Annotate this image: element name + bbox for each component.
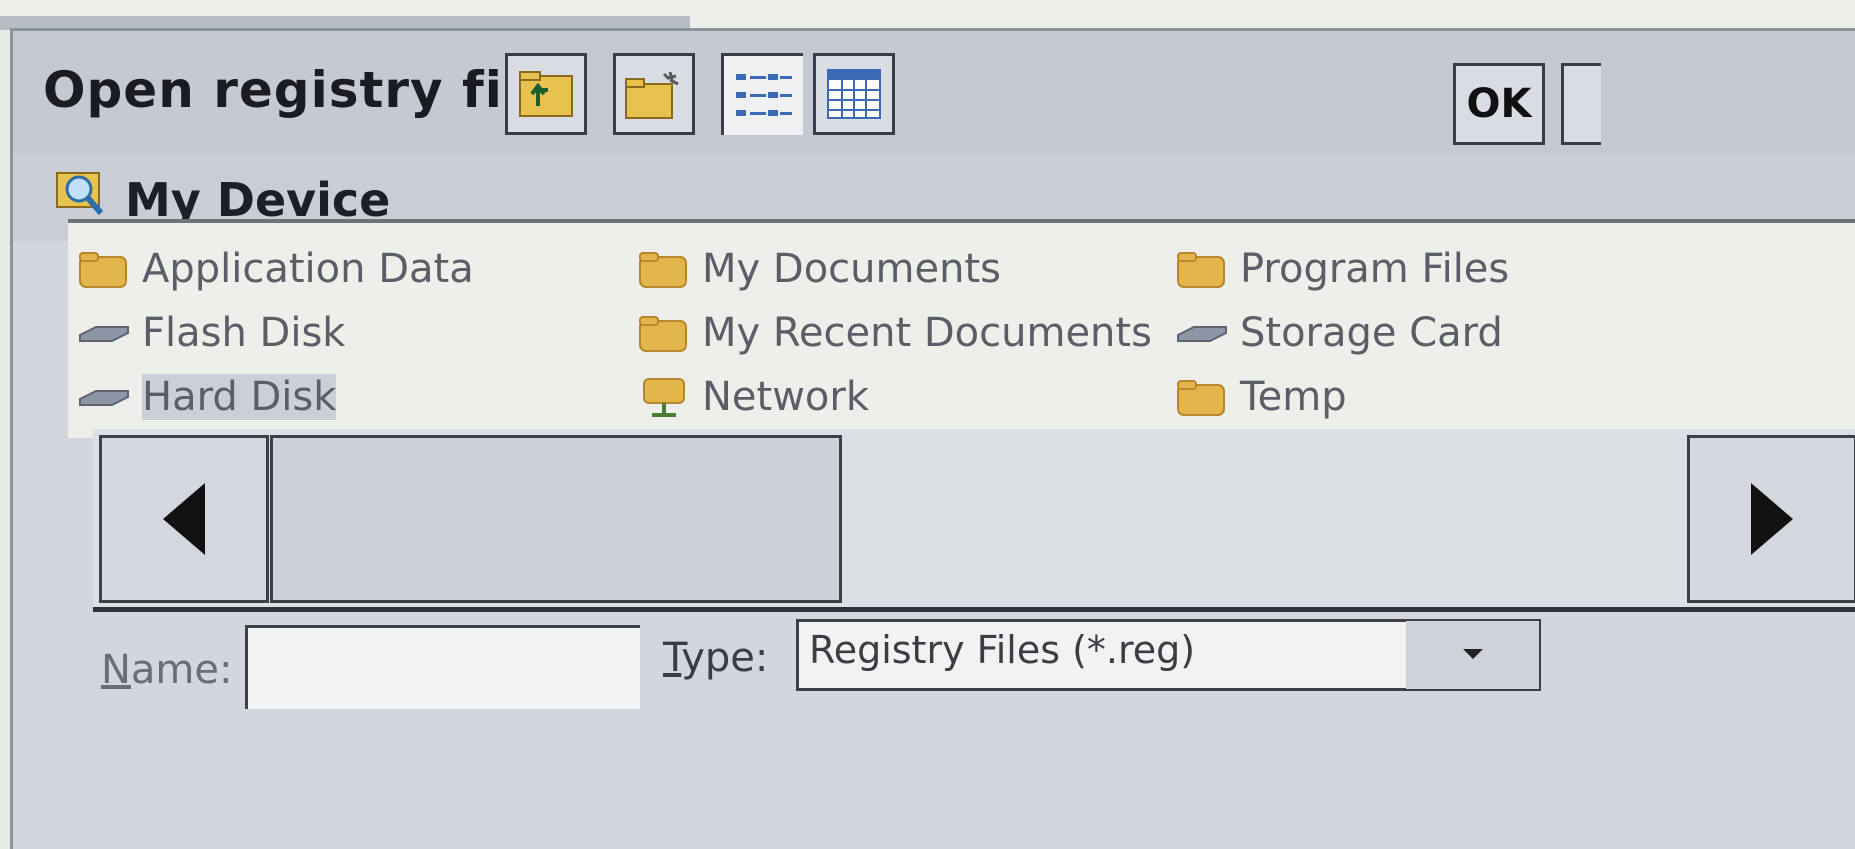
file-column-1: Application Data Flash Disk Hard Disk <box>78 237 474 429</box>
item-label: My Recent Documents <box>702 310 1152 356</box>
list-item-selected[interactable]: Hard Disk <box>78 365 474 429</box>
item-label: Application Data <box>142 246 474 292</box>
folder-icon <box>638 311 702 355</box>
new-folder-icon <box>625 71 679 119</box>
folder-icon <box>638 247 702 291</box>
name-input[interactable] <box>245 625 640 709</box>
file-list[interactable]: Application Data Flash Disk Hard Disk My… <box>68 219 1855 438</box>
scrollbar-thumb[interactable] <box>270 435 842 603</box>
background-strip <box>0 0 1855 30</box>
dialog-title: Open registry file <box>43 61 556 119</box>
open-file-dialog: Open registry file OK My Device Applicat… <box>10 28 1855 849</box>
drive-icon <box>78 375 142 419</box>
type-label: Type: <box>663 635 769 681</box>
item-label: Temp <box>1240 374 1347 420</box>
list-item[interactable]: Flash Disk <box>78 301 474 365</box>
scroll-left-button[interactable] <box>99 435 269 603</box>
list-item[interactable]: My Recent Documents <box>638 301 1152 365</box>
folder-icon <box>78 247 142 291</box>
chevron-down-icon <box>1462 649 1483 659</box>
list-item[interactable]: Storage Card <box>1176 301 1509 365</box>
list-item[interactable]: Application Data <box>78 237 474 301</box>
type-dropdown-button[interactable] <box>1406 621 1539 689</box>
name-label: Name: <box>101 647 233 693</box>
list-view-icon <box>735 73 792 116</box>
list-item[interactable]: Program Files <box>1176 237 1509 301</box>
item-label: My Documents <box>702 246 1001 292</box>
search-folder-icon <box>53 163 113 223</box>
folder-icon <box>1176 247 1240 291</box>
dialog-toolbar: Open registry file OK <box>13 31 1855 153</box>
file-column-3: Program Files Storage Card Temp <box>1176 237 1509 429</box>
item-label: Network <box>702 374 870 420</box>
type-select-value: Registry Files (*.reg) <box>809 628 1196 672</box>
folder-icon <box>1176 375 1240 419</box>
details-view-button[interactable] <box>813 53 895 135</box>
file-column-2: My Documents My Recent Documents Network <box>638 237 1152 429</box>
list-item[interactable]: Temp <box>1176 365 1509 429</box>
drive-icon <box>78 311 142 355</box>
ok-button[interactable]: OK <box>1453 63 1545 145</box>
details-view-icon <box>827 69 881 119</box>
item-label: Flash Disk <box>142 310 346 356</box>
item-label: Program Files <box>1240 246 1510 292</box>
up-folder-icon <box>519 71 573 117</box>
item-label: Hard Disk <box>142 374 337 420</box>
list-item[interactable]: Network <box>638 365 1152 429</box>
list-item[interactable]: My Documents <box>638 237 1152 301</box>
scroll-right-button[interactable] <box>1687 435 1855 603</box>
horizontal-scrollbar[interactable] <box>93 429 1855 612</box>
left-arrow-icon <box>163 483 205 555</box>
new-folder-button[interactable] <box>613 53 695 135</box>
cancel-button[interactable] <box>1561 63 1601 145</box>
network-icon <box>638 375 702 419</box>
right-arrow-icon <box>1751 483 1793 555</box>
drive-icon <box>1176 311 1240 355</box>
up-folder-button[interactable] <box>505 53 587 135</box>
list-view-button[interactable] <box>721 53 803 135</box>
item-label: Storage Card <box>1240 310 1503 356</box>
